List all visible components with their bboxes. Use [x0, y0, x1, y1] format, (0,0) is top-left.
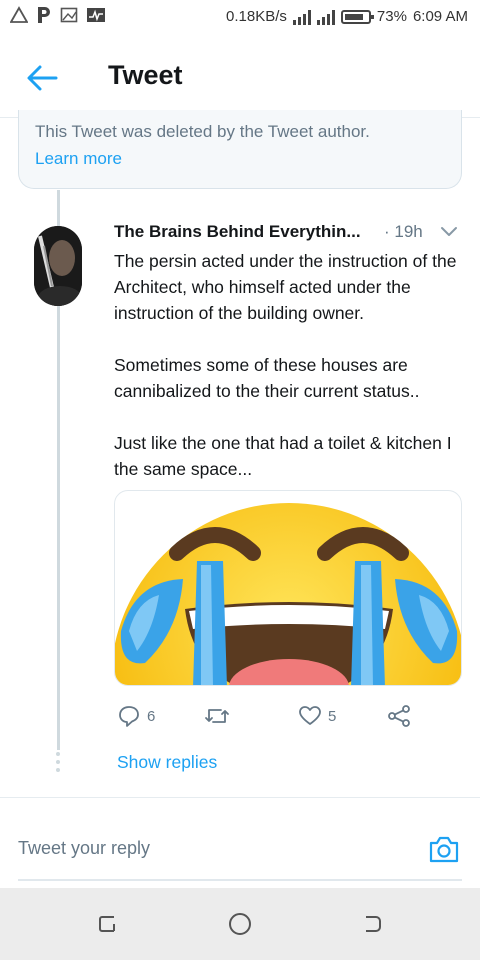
tweet-media-image[interactable]: [114, 490, 462, 686]
crying-laughing-emoji-icon: [115, 503, 461, 685]
like-count: 5: [328, 707, 337, 725]
show-replies-link[interactable]: Show replies: [117, 752, 217, 773]
like-button[interactable]: 5: [298, 704, 336, 728]
camera-icon[interactable]: [428, 834, 460, 864]
arrow-left-icon[interactable]: [26, 64, 58, 92]
reply-input[interactable]: Tweet your reply: [18, 838, 398, 859]
activity-icon: [87, 8, 105, 22]
deleted-tweet-notice: This Tweet was deleted by the Tweet auth…: [18, 110, 462, 189]
share-button[interactable]: [386, 704, 412, 728]
network-speed: 0.18KB/s: [226, 8, 287, 25]
clock: 6:09 AM: [412, 8, 468, 25]
status-icons-right: 0.18KB/s 73% 6:09 AM: [226, 8, 468, 25]
tweet-author-name[interactable]: The Brains Behind Everythin...: [114, 222, 384, 242]
deleted-notice-text: This Tweet was deleted by the Tweet auth…: [35, 122, 370, 141]
tweet-timestamp: · 19h: [384, 222, 423, 241]
tweet-paragraph: Just like the one that had a toilet & ki…: [114, 433, 452, 479]
avatar[interactable]: [34, 226, 82, 306]
reply-count: 6: [147, 707, 156, 725]
chevron-down-icon[interactable]: [440, 226, 458, 238]
back-icon[interactable]: [360, 912, 384, 936]
retweet-icon: [205, 709, 229, 723]
warning-triangle-icon: [10, 6, 28, 23]
battery-level: 73%: [376, 8, 407, 25]
image-icon: [60, 7, 78, 23]
tweet-paragraph: Sometimes some of these houses are canni…: [114, 355, 420, 401]
signal-icon: [292, 9, 311, 25]
recents-icon[interactable]: [96, 912, 120, 936]
page-title: Tweet: [108, 60, 183, 90]
battery-icon: [340, 9, 374, 24]
system-nav-bar: [0, 888, 480, 960]
divider: [0, 797, 480, 798]
reply-button[interactable]: 6: [117, 704, 155, 728]
status-bar: 0.18KB/s 73% 6:09 AM: [0, 0, 480, 36]
parking-icon: [38, 7, 50, 23]
retweet-button[interactable]: [204, 704, 236, 728]
tweet-paragraph: The persin acted under the instruction o…: [114, 251, 457, 323]
heart-icon: [299, 706, 321, 725]
status-icons-left: [10, 6, 106, 24]
signal-h-plus-icon: [316, 9, 335, 25]
home-circle-icon[interactable]: [228, 912, 252, 936]
reply-bubble-icon: [119, 706, 139, 727]
avatar-portrait-icon: [34, 226, 82, 306]
thread-continuation-dots: [56, 752, 62, 776]
share-icon: [388, 705, 410, 727]
app-header: Tweet: [0, 36, 480, 118]
reply-input-underline: [18, 879, 462, 881]
learn-more-link[interactable]: Learn more: [35, 149, 122, 169]
tweet-text: The persin acted under the instruction o…: [114, 248, 464, 482]
